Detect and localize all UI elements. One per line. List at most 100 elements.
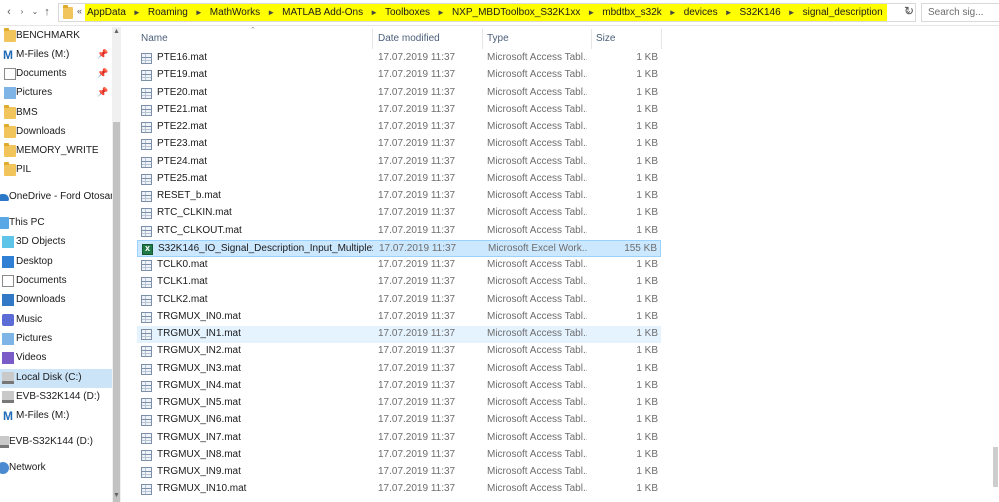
nav-item-downloads[interactable]: Downloads [0,291,112,310]
file-row[interactable]: PTE22.mat 17.07.2019 11:37 Microsoft Acces… [137,119,661,136]
file-row[interactable]: PTE20.mat 17.07.2019 11:37 Microsoft Acces… [137,85,661,102]
nav-item-label: MEMORY_WRITE [16,145,99,156]
chevron-right-icon[interactable]: ► [437,8,445,17]
nav-item-evb-drive[interactable]: EVB-S32K144 (D:) [0,388,112,407]
column-divider[interactable] [661,29,662,49]
file-row[interactable]: TCLK1.mat 17.07.2019 11:37 Microsoft Acces… [137,274,661,291]
scroll-down-arrow-icon[interactable]: ▼ [113,492,120,499]
file-row[interactable]: PTE25.mat 17.07.2019 11:37 Microsoft Acces… [137,171,661,188]
file-row[interactable]: TRGMUX_IN8.mat 17.07.2019 11:37 Microsoft … [137,447,661,464]
forward-arrow-icon[interactable]: › [15,4,29,20]
pin-icon[interactable]: 📌 [97,87,108,98]
chevron-right-icon[interactable]: ► [725,8,733,17]
column-divider[interactable] [482,29,483,49]
file-list-scrollbar[interactable] [992,27,999,502]
nav-item-bms[interactable]: BMS [0,104,112,123]
chevron-right-icon[interactable]: ► [195,8,203,17]
nav-item-onedrive[interactable]: OneDrive - Ford Otosan [0,188,112,207]
breadcrumb: AppData ► Roaming ► MathWorks ► MATLAB Add-… [85,4,887,21]
breadcrumb-item[interactable]: MATLAB Add-Ons [282,7,363,18]
file-row[interactable]: TRGMUX_IN5.mat 17.07.2019 11:37 Microsoft … [137,395,661,412]
back-arrow-icon[interactable]: ‹ [2,4,16,20]
file-row[interactable]: RTC_CLKIN.mat 17.07.2019 11:37 Microsoft A… [137,205,661,222]
file-row[interactable]: S32K146_IO_Signal_Description_Input_Mult… [137,239,661,257]
breadcrumb-item[interactable]: Roaming [148,7,188,18]
breadcrumb-item[interactable]: MathWorks [210,7,260,18]
chevron-right-icon[interactable]: ► [587,8,595,17]
nav-item-documents-quick[interactable]: Documents 📌 [0,65,112,84]
file-row[interactable]: RTC_CLKOUT.mat 17.07.2019 11:37 Microsoft … [137,223,661,240]
file-row[interactable]: TRGMUX_IN6.mat 17.07.2019 11:37 Microsoft … [137,412,661,429]
breadcrumb-item[interactable]: mbdtbx_s32k [602,7,661,18]
nav-item-label: BENCHMARK [16,30,80,41]
breadcrumb-item[interactable]: S32K146 [740,7,781,18]
column-header-type[interactable]: Type [487,33,509,44]
up-arrow-icon[interactable]: ↑ [40,4,54,20]
nav-item-memory-write[interactable]: MEMORY_WRITE [0,142,112,161]
column-header-date[interactable]: Date modified [378,33,440,44]
pin-icon[interactable]: 📌 [97,49,108,60]
nav-item-pil[interactable]: PIL [0,161,112,180]
nav-item-network[interactable]: Network [0,459,112,478]
nav-item-benchmark[interactable]: BENCHMARK [0,27,112,46]
nav-pane-scrollbar-thumb[interactable] [113,122,120,502]
column-divider[interactable] [372,29,373,49]
breadcrumb-item-current[interactable]: signal_description [803,7,883,18]
file-row[interactable]: PTE24.mat 17.07.2019 11:37 Microsoft Acces… [137,154,661,171]
file-row[interactable]: TRGMUX_IN10.mat 17.07.2019 11:37 Microsoft… [137,481,661,498]
file-row[interactable]: PTE21.mat 17.07.2019 11:37 Microsoft Acces… [137,102,661,119]
file-list-scrollbar-thumb[interactable] [993,447,998,487]
file-row[interactable]: TRGMUX_IN0.mat 17.07.2019 11:37 Microsoft … [137,309,661,326]
nav-item-m-files-drive[interactable]: M M-Files (M:) [0,407,112,426]
breadcrumb-overflow-icon[interactable]: « [77,6,82,16]
chevron-right-icon[interactable]: ► [788,8,796,17]
address-bar[interactable]: « AppData ► Roaming ► MathWorks ► MATLAB Ad… [58,3,916,22]
search-box[interactable]: Search sig... [921,3,999,22]
file-size: 1 KB [636,362,658,374]
file-row[interactable]: TRGMUX_IN3.mat 17.07.2019 11:37 Microsoft … [137,361,661,378]
breadcrumb-item[interactable]: NXP_MBDToolbox_S32K1xx [452,7,580,18]
file-row[interactable]: TCLK2.mat 17.07.2019 11:37 Microsoft Acces… [137,292,661,309]
file-row[interactable]: TRGMUX_IN7.mat 17.07.2019 11:37 Microsoft … [137,430,661,447]
nav-item-downloads-quick[interactable]: Downloads [0,123,112,142]
chevron-right-icon[interactable]: ► [267,8,275,17]
file-row[interactable]: TRGMUX_IN9.mat 17.07.2019 11:37 Microsoft … [137,464,661,481]
breadcrumb-item[interactable]: devices [684,7,718,18]
scroll-up-arrow-icon[interactable]: ▲ [113,28,120,35]
file-row[interactable]: TRGMUX_IN2.mat 17.07.2019 11:37 Microsoft … [137,343,661,360]
pin-icon[interactable]: 📌 [97,68,108,79]
file-size: 1 KB [636,276,658,288]
nav-item-m-files[interactable]: M M-Files (M:) 📌 [0,46,112,65]
nav-item-desktop[interactable]: Desktop [0,253,112,272]
refresh-icon[interactable]: ↻ [902,4,916,20]
nav-item-label: Network [9,462,46,473]
nav-item-pictures-quick[interactable]: Pictures 📌 [0,84,112,103]
chevron-right-icon[interactable]: ► [370,8,378,17]
nav-item-videos[interactable]: Videos [0,349,112,368]
nav-pane-scrollbar[interactable]: ▲ ▼ [112,27,121,502]
column-header-name[interactable]: Name [141,33,168,44]
chevron-right-icon[interactable]: ► [669,8,677,17]
file-name: TRGMUX_IN3.mat [157,362,241,374]
file-row[interactable]: RESET_b.mat 17.07.2019 11:37 Microsoft Acc… [137,188,661,205]
file-name: TCLK0.mat [157,259,208,270]
column-header-size[interactable]: Size [596,33,615,44]
chevron-right-icon[interactable]: ► [133,8,141,17]
nav-item-documents[interactable]: Documents [0,272,112,291]
file-row[interactable]: PTE23.mat 17.07.2019 11:37 Microsoft Acces… [137,136,661,153]
videos-icon [2,352,14,364]
nav-item-this-pc[interactable]: This PC [0,214,112,233]
nav-item-evb-drive-root[interactable]: EVB-S32K144 (D:) [0,433,112,452]
file-row[interactable]: TRGMUX_IN1.mat 17.07.2019 11:37 Microsoft … [137,326,661,343]
file-row[interactable]: TRGMUX_IN4.mat 17.07.2019 11:37 Microsoft … [137,378,661,395]
nav-item-3d-objects[interactable]: 3D Objects [0,233,112,252]
breadcrumb-item[interactable]: AppData [87,7,126,18]
file-row[interactable]: PTE19.mat 17.07.2019 11:37 Microsoft Acces… [137,67,661,84]
nav-item-music[interactable]: Music [0,311,112,330]
nav-item-local-disk[interactable]: Local Disk (C:) [0,369,112,388]
file-row[interactable]: TCLK0.mat 17.07.2019 11:37 Microsoft Acces… [137,257,661,274]
nav-item-pictures[interactable]: Pictures [0,330,112,349]
column-divider[interactable] [591,29,592,49]
breadcrumb-item[interactable]: Toolboxes [385,7,430,18]
file-row[interactable]: PTE16.mat 17.07.2019 11:37 Microsoft Acces… [137,50,661,67]
